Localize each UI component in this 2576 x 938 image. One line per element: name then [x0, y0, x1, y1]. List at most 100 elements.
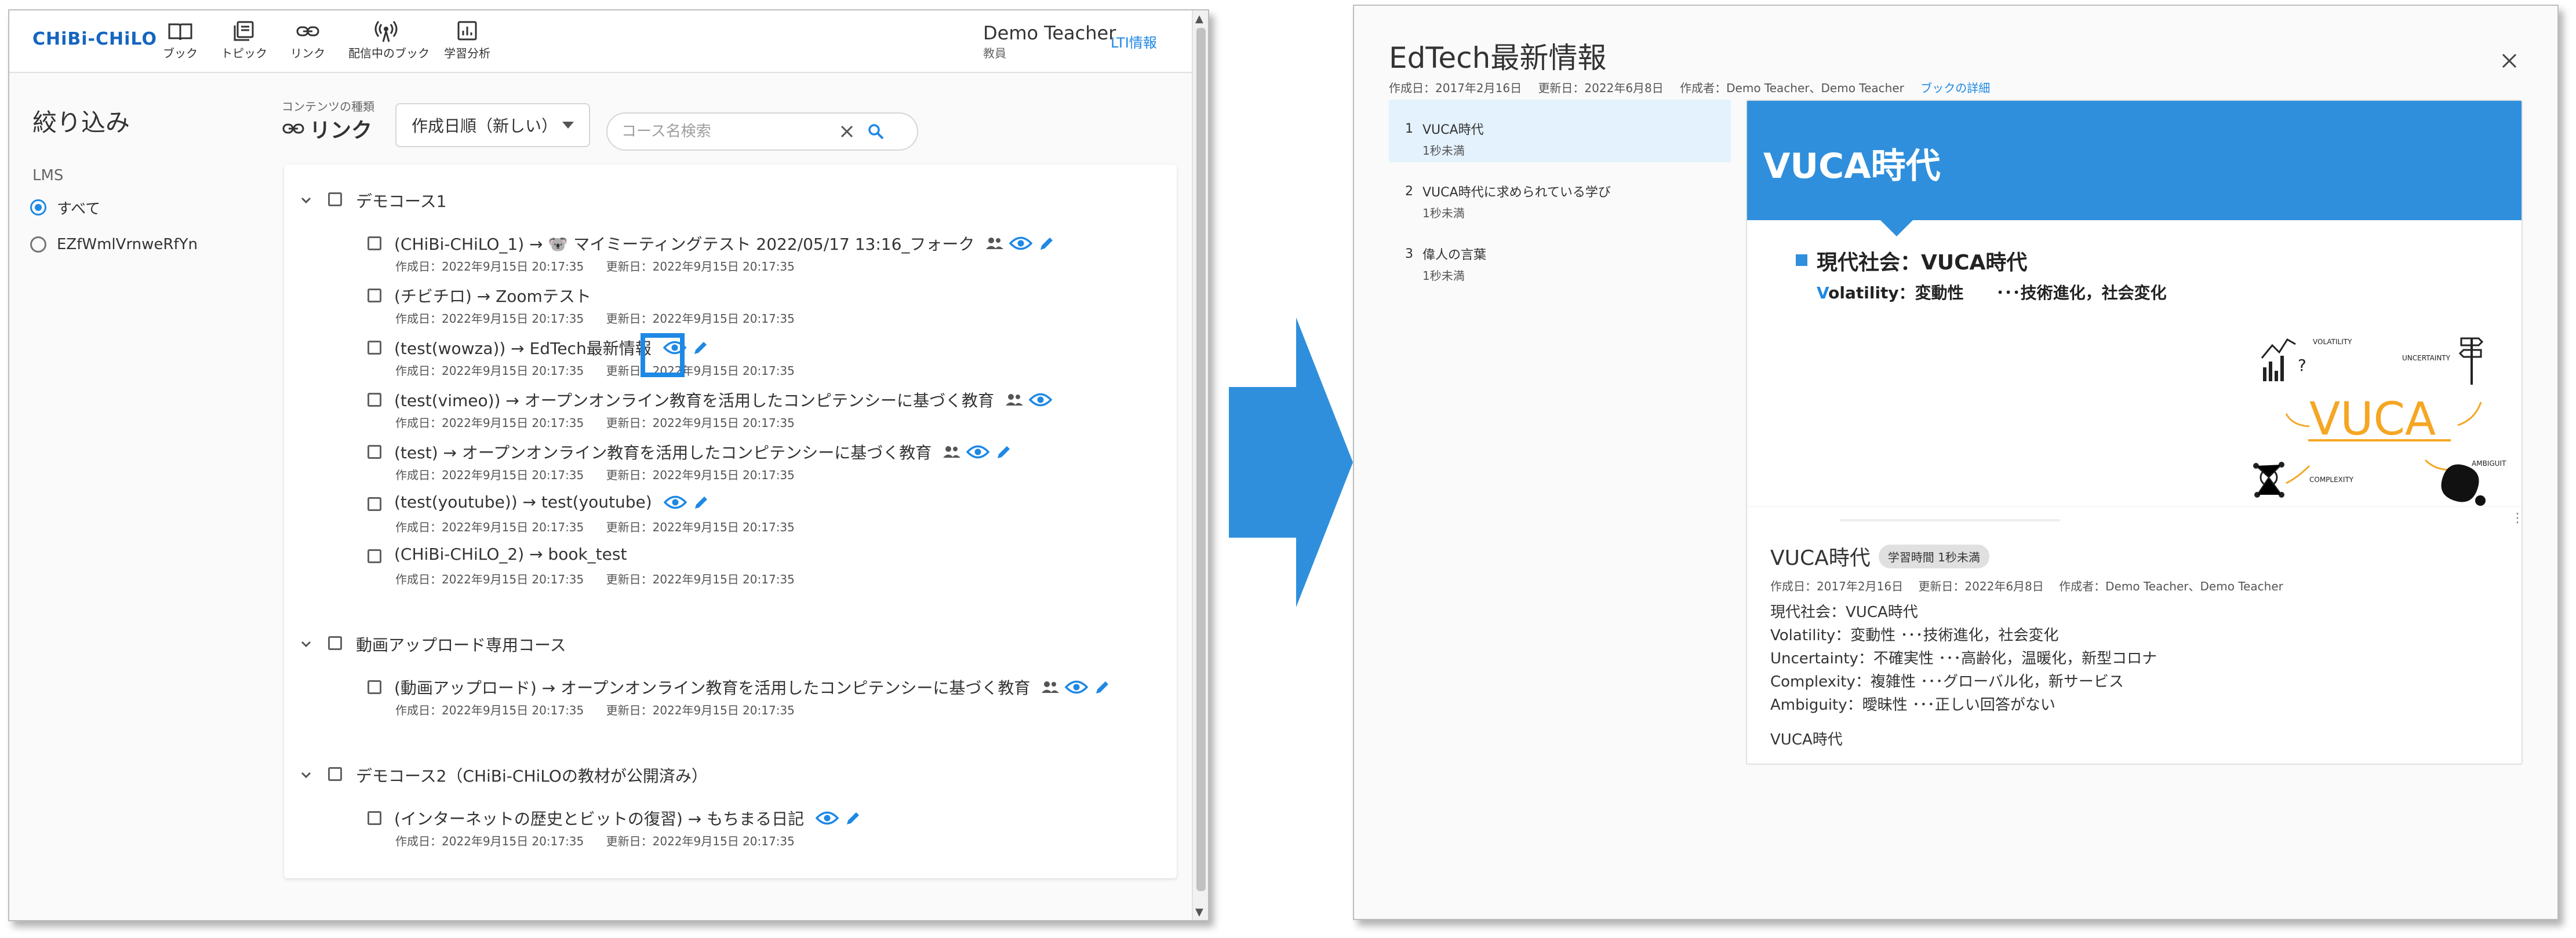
- edit-pencil-icon[interactable]: [1038, 235, 1056, 252]
- view-eye-icon[interactable]: [663, 495, 687, 510]
- chevron-down-icon[interactable]: [299, 194, 313, 207]
- view-eye-icon[interactable]: [966, 444, 990, 459]
- course-search-input[interactable]: [621, 123, 830, 140]
- content-type-selector[interactable]: リンク: [282, 114, 372, 144]
- toc-time: 1秒未満: [1422, 269, 1465, 283]
- more-vertical-icon[interactable]: ⋮: [2511, 511, 2522, 525]
- scroll-up-icon[interactable]: ▲: [1195, 13, 1203, 25]
- item-title[interactable]: (インターネットの歴史とビットの復習) → もちまる日記: [394, 806, 804, 830]
- item-checkbox[interactable]: [368, 341, 381, 355]
- item-created: 作成日：2022年9月15日 20:17:35: [395, 468, 584, 482]
- lti-info-link[interactable]: LTI情報: [1111, 31, 1157, 52]
- item-checkbox[interactable]: [368, 497, 381, 511]
- vuca-diagram: ? VOLATILITY UNCERTAINTY VUCA COMPLEXITY…: [2253, 337, 2506, 506]
- item-title[interactable]: (CHiBi-CHiLO_2) → book_test: [394, 545, 627, 564]
- view-eye-icon[interactable]: [1029, 392, 1053, 407]
- item-title[interactable]: (test) → オープンオンライン教育を活用したコンピテンシーに基づく教育: [394, 440, 932, 463]
- item-title[interactable]: (test(youtube)) → test(youtube): [394, 492, 652, 512]
- arrow-right-icon: [1229, 317, 1353, 607]
- item-title[interactable]: (test(wowza)) → EdTech最新情報: [394, 336, 652, 359]
- course-name: デモコース1: [356, 192, 447, 211]
- slide-bullet: 現代社会：VUCA時代: [1817, 251, 2028, 275]
- toc-number: 3: [1405, 247, 1413, 261]
- lms-option-all[interactable]: すべて: [30, 197, 100, 218]
- course-search-box[interactable]: [606, 112, 918, 151]
- scroll-down-icon[interactable]: ▼: [1195, 906, 1203, 918]
- book-title: EdTech最新情報: [1389, 41, 1607, 75]
- toc-item[interactable]: 1 VUCA時代 1秒未満: [1389, 100, 1731, 162]
- toc-time: 1秒未満: [1422, 206, 1465, 220]
- video-player-controls[interactable]: [1747, 506, 2522, 530]
- toc-item[interactable]: 2 VUCA時代に求められている学び 1秒未満: [1389, 162, 1731, 225]
- book-detail-screen: EdTech最新情報 作成日：2017年2月16日 更新日：2022年6月8日 …: [1353, 5, 2559, 920]
- content-type-label: リンク: [310, 119, 373, 143]
- radio-unchecked-icon[interactable]: [30, 236, 46, 253]
- toc-number: 2: [1405, 184, 1413, 199]
- chevron-down-icon[interactable]: [299, 637, 313, 651]
- edit-pencil-icon[interactable]: [995, 443, 1013, 461]
- item-updated: 更新日：2022年9月15日 20:17:35: [606, 703, 795, 717]
- lms-option-ezf[interactable]: EZfWmlVrnweRfYn: [30, 234, 198, 255]
- item-checkbox[interactable]: [368, 236, 381, 250]
- book-detail-link[interactable]: ブックの詳細: [1920, 81, 1990, 95]
- description-line: Uncertainty：不確実性 ･･･高齢化，温暖化，新型コロナ: [1770, 650, 2157, 667]
- item-title[interactable]: (test(vimeo)) → オープンオンライン教育を活用したコンピテンシーに…: [394, 388, 994, 411]
- nav-broadcast[interactable]: 配信中のブック: [348, 20, 430, 61]
- slide-title: VUCA時代: [1763, 146, 1941, 187]
- content-type-caption: コンテンツの種類: [282, 100, 374, 114]
- view-eye-icon[interactable]: [1065, 680, 1089, 695]
- item-updated: 更新日：2022年9月15日 20:17:35: [606, 260, 795, 273]
- chevron-down-icon[interactable]: [299, 768, 313, 782]
- slide-sub-text: olatility：変動性 ･･･技術進化，社会変化: [1828, 283, 2167, 302]
- lms-label: LMS: [32, 167, 64, 184]
- item-title[interactable]: (チビチロ) → Zoomテスト: [394, 284, 591, 307]
- item-checkbox[interactable]: [368, 549, 381, 563]
- item-created: 作成日：2022年9月15日 20:17:35: [395, 520, 584, 534]
- blob-icon: [2441, 464, 2486, 506]
- course-checkbox[interactable]: [328, 636, 342, 650]
- item-checkbox[interactable]: [368, 445, 381, 459]
- vuca-uncertainty: UNCERTAINTY: [2402, 354, 2451, 362]
- nav-analytics[interactable]: 学習分析: [430, 20, 505, 61]
- close-icon[interactable]: [2501, 52, 2518, 70]
- toc-item[interactable]: 3 偉人の言葉 1秒未満: [1389, 225, 1731, 287]
- item-created: 作成日：2022年9月15日 20:17:35: [395, 703, 584, 717]
- course-checkbox[interactable]: [328, 767, 342, 781]
- sort-select[interactable]: 作成日順（新しい）: [395, 103, 590, 147]
- highlight-box: [641, 333, 685, 377]
- filter-title: 絞り込み: [32, 108, 130, 137]
- app-logo[interactable]: CHiBi-CHiLO: [32, 29, 157, 49]
- item-checkbox[interactable]: [368, 393, 381, 407]
- link-icon: [282, 123, 304, 134]
- item-checkbox[interactable]: [368, 289, 381, 302]
- scrollbar-thumb[interactable]: [1196, 28, 1206, 891]
- item-checkbox[interactable]: [368, 811, 381, 825]
- topic-icon: [234, 21, 254, 41]
- people-icon: [1006, 394, 1024, 406]
- vuca-volatility: VOLATILITY: [2313, 338, 2352, 346]
- item-title[interactable]: (動画アップロード) → オープンオンライン教育を活用したコンピテンシーに基づく…: [394, 676, 1030, 699]
- edit-pencil-icon[interactable]: [845, 809, 862, 827]
- book-updated: 更新日：2022年6月8日: [1538, 81, 1664, 95]
- edit-pencil-icon[interactable]: [1094, 678, 1111, 696]
- course-checkbox[interactable]: [328, 192, 342, 206]
- nav-link[interactable]: リンク: [270, 20, 345, 61]
- item-updated: 更新日：2022年9月15日 20:17:35: [606, 834, 795, 848]
- clear-icon[interactable]: [839, 124, 854, 139]
- view-eye-icon[interactable]: [1009, 236, 1033, 251]
- edit-pencil-icon[interactable]: [692, 339, 710, 356]
- video-progress-bar[interactable]: [1840, 519, 2060, 521]
- search-icon[interactable]: [867, 123, 885, 140]
- edit-pencil-icon[interactable]: [693, 494, 710, 511]
- item-checkbox[interactable]: [368, 680, 381, 694]
- bar-chart-icon: [2261, 338, 2296, 381]
- view-eye-icon[interactable]: [816, 811, 839, 826]
- radio-checked-icon[interactable]: [30, 199, 46, 216]
- description-line: Complexity：複雑性 ･･･グローバル化，新サービス: [1770, 673, 2124, 691]
- item-updated: 更新日：2022年9月15日 20:17:35: [606, 312, 795, 326]
- item-title[interactable]: (CHiBi-CHiLO_1) → 🐨 マイミーティングテスト 2022/05/…: [394, 232, 974, 255]
- analytics-icon: [457, 21, 477, 41]
- svg-text:?: ?: [2298, 356, 2306, 375]
- video-slide[interactable]: VUCA時代 現代社会：VUCA時代 Volatility：変動性 ･･･技術進…: [1747, 101, 2522, 530]
- toc-time: 1秒未満: [1422, 144, 1465, 158]
